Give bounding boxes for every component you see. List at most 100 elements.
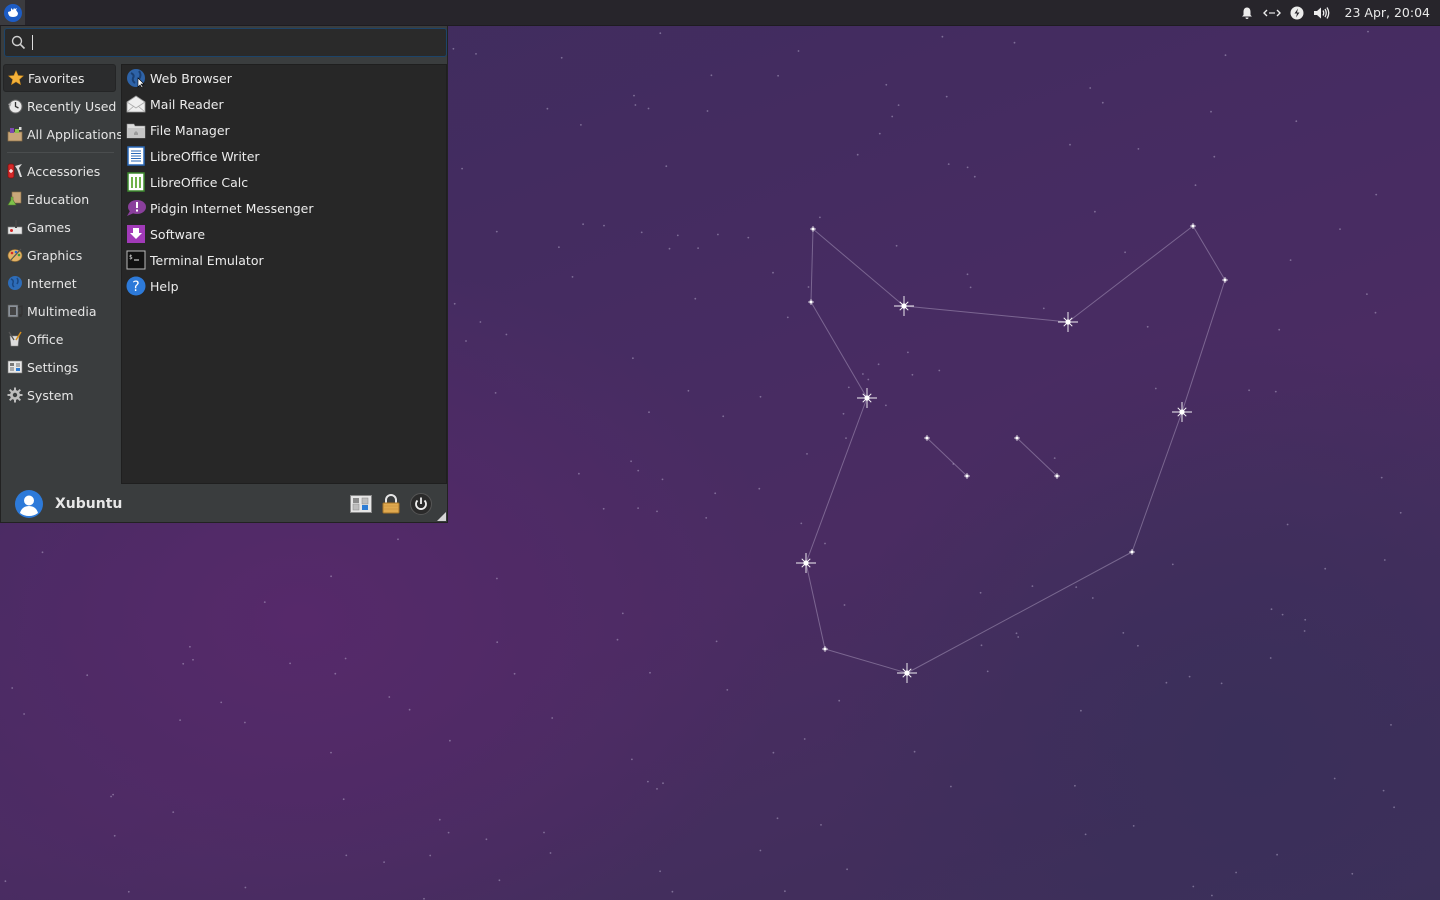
search-box[interactable] <box>4 28 447 57</box>
folder-icon <box>126 123 146 139</box>
search-icon <box>5 35 31 50</box>
wallpaper-dust-star <box>759 395 762 398</box>
category-accessories[interactable]: Accessories <box>3 157 118 185</box>
wallpaper-dust-star <box>637 469 640 472</box>
wallpaper-dust-star <box>1289 259 1292 261</box>
wallpaper-dust-star <box>671 890 674 893</box>
search-input[interactable] <box>33 34 446 51</box>
app-label: Web Browser <box>150 70 232 86</box>
wallpaper-dust-star <box>494 392 497 394</box>
wallpaper-dust-star <box>1220 682 1223 685</box>
pidgin-icon <box>127 200 146 216</box>
constellation-line <box>810 228 814 303</box>
lock-icon <box>382 494 400 514</box>
wallpaper-dust-star <box>941 35 944 38</box>
wallpaper-dust-star <box>408 708 411 711</box>
wallpaper-dust-star <box>345 854 348 857</box>
svg-text:?: ? <box>132 279 139 295</box>
wallpaper-dust-star <box>913 750 916 753</box>
category-graphics[interactable]: Graphics <box>3 241 118 269</box>
category-office[interactable]: Office <box>3 325 118 353</box>
wallpaper-dust-star <box>452 47 455 50</box>
app-web-browser[interactable]: Web Browser <box>122 65 446 91</box>
constellation-line <box>1131 411 1183 553</box>
wallpaper-dust-star <box>656 788 658 790</box>
log-out-button[interactable] <box>409 492 433 516</box>
wallpaper-dust-star <box>580 124 582 126</box>
wallpaper-dust-star <box>632 357 634 360</box>
wallpaper-dust-star <box>1286 523 1289 526</box>
app-label: Software <box>150 226 206 242</box>
wallpaper-dust-star <box>475 53 477 55</box>
wallpaper-dust-star <box>220 701 223 704</box>
app-software[interactable]: Software <box>122 221 446 247</box>
wallpaper-dust-star <box>649 671 651 674</box>
category-label: Multimedia <box>27 303 97 319</box>
applications-menu-button[interactable] <box>0 0 25 25</box>
volume-icon[interactable] <box>1310 0 1335 25</box>
wallpaper-dust-star <box>945 95 948 98</box>
category-multimedia[interactable]: Multimedia <box>3 297 118 325</box>
wallpaper-dust-star <box>1270 608 1273 611</box>
wallpaper-dust-star <box>86 674 89 677</box>
network-icon[interactable] <box>1260 0 1285 25</box>
wallpaper-dust-star <box>842 412 845 415</box>
wallpaper-dust-star <box>513 672 516 675</box>
wallpaper-dust-star <box>1124 251 1126 254</box>
resize-grip[interactable] <box>437 512 446 521</box>
avatar[interactable] <box>15 490 43 518</box>
wallpaper-dust-star <box>877 363 880 366</box>
category-favorites[interactable]: Favorites <box>3 64 116 92</box>
wallpaper-dust-star <box>726 689 729 691</box>
category-system[interactable]: System <box>3 381 118 409</box>
wallpaper-dust-star <box>1248 389 1250 392</box>
wallpaper-dust-star <box>885 83 888 86</box>
wallpaper-dust-star <box>637 507 639 509</box>
category-label: Office <box>27 331 64 347</box>
app-pidgin[interactable]: Pidgin Internet Messenger <box>122 195 446 221</box>
wallpaper-dust-star <box>438 818 441 821</box>
category-settings[interactable]: Settings <box>3 353 118 381</box>
bell-icon[interactable] <box>1235 0 1260 25</box>
multimedia-icon <box>7 304 23 318</box>
power-manager-icon[interactable] <box>1285 0 1310 25</box>
category-internet[interactable]: Internet <box>3 269 118 297</box>
wallpaper-dust-star <box>1380 476 1383 479</box>
app-label: Mail Reader <box>150 96 224 112</box>
wallpaper-dust-star <box>878 132 881 135</box>
wallpaper-dust-star <box>110 795 112 798</box>
category-education[interactable]: Education <box>3 185 118 213</box>
wallpaper-dust-star <box>634 104 637 106</box>
settings-manager-button[interactable] <box>349 492 373 516</box>
wallpaper-dust-star <box>1165 681 1168 684</box>
wallpaper-dust-star <box>747 236 750 239</box>
category-games[interactable]: Games <box>3 213 118 241</box>
wallpaper-dust-star <box>344 657 347 660</box>
wallpaper-dust-star <box>662 782 664 785</box>
app-libreoffice-writer[interactable]: LibreOffice Writer <box>122 143 446 169</box>
constellation-star <box>1222 277 1228 283</box>
app-terminal-emulator[interactable]: $ Terminal Emulator <box>122 247 446 273</box>
app-libreoffice-calc[interactable]: LibreOffice Calc <box>122 169 446 195</box>
constellation-line <box>906 551 1133 674</box>
app-mail-reader[interactable]: Mail Reader <box>122 91 446 117</box>
gear-icon <box>7 387 23 403</box>
constellation-star <box>857 388 877 408</box>
wallpaper-dust-star <box>710 74 713 77</box>
wallpaper-dust-star <box>807 286 810 288</box>
wallpaper-dust-star <box>127 890 130 893</box>
wallpaper-dust-star <box>244 886 247 889</box>
wallpaper-dust-star <box>1137 644 1139 647</box>
app-help[interactable]: ? Help <box>122 273 446 299</box>
favorites-list: Web Browser Mail Reader File Manager Lib… <box>121 64 447 484</box>
lock-screen-button[interactable] <box>379 492 403 516</box>
settings-manager-icon <box>350 495 372 513</box>
wallpaper-dust-star <box>1053 457 1056 459</box>
category-all-applications[interactable]: All Applications <box>3 120 123 148</box>
clock[interactable]: 23 Apr, 20:04 <box>1335 5 1434 20</box>
wallpaper-dust-star <box>722 415 725 418</box>
category-recently-used[interactable]: Recently Used <box>3 92 118 120</box>
app-file-manager[interactable]: File Manager <box>122 117 446 143</box>
wallpaper-dust-star <box>1382 789 1385 792</box>
constellation-line <box>1016 437 1058 477</box>
